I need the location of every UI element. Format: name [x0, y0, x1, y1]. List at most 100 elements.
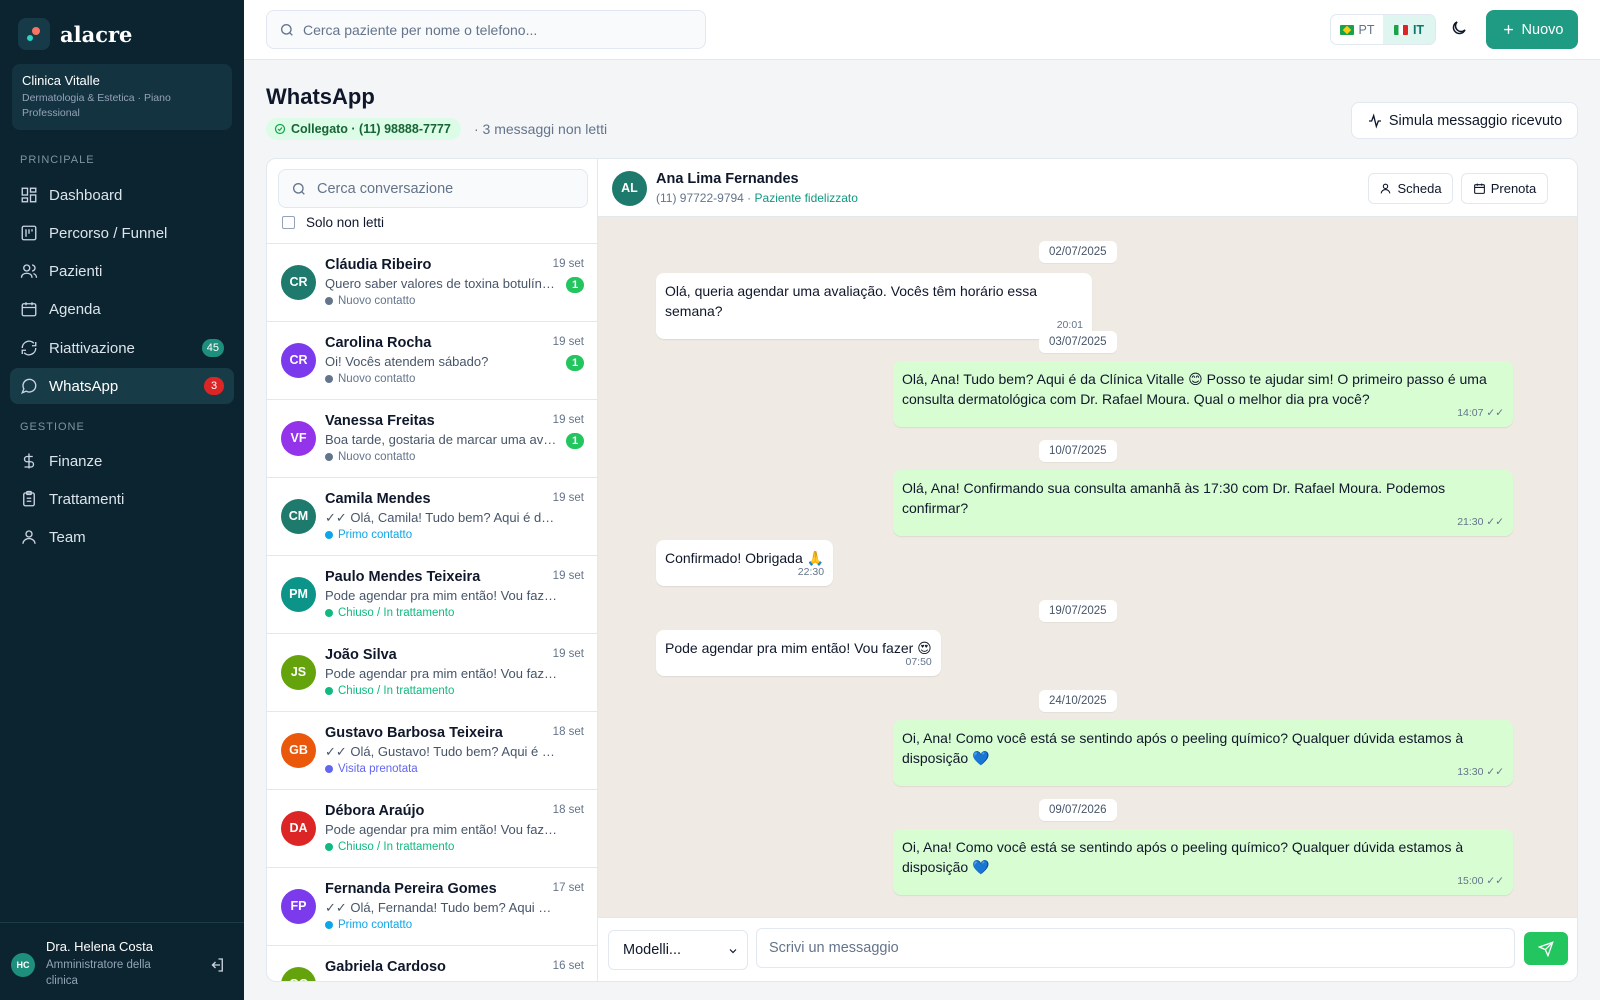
outgoing-message[interactable]: Olá, Ana! Tudo bem? Aqui é da Clínica Vi… — [893, 361, 1513, 427]
list-item[interactable]: CM Camila Mendes 19 set ✓✓ Olá, Camila! Tud… — [267, 478, 598, 556]
sidebar-item-funnel[interactable]: Percorso / Funnel — [10, 215, 234, 251]
list-item[interactable]: GB Gustavo Barbosa Teixeira 18 set ✓✓ Olá, … — [267, 712, 598, 790]
book-button[interactable]: Prenota — [1461, 173, 1548, 204]
conversation-name: Paulo Mendes Teixeira — [325, 569, 481, 585]
stage-dot-icon — [325, 531, 333, 539]
conversation-search[interactable] — [278, 169, 588, 208]
outgoing-message[interactable]: Oi, Ana! Como você está se sentindo após… — [893, 829, 1513, 895]
avatar: JS — [281, 655, 316, 690]
date-separator: 24/10/2025 — [1039, 690, 1117, 712]
unread-only-checkbox[interactable] — [282, 216, 295, 229]
sidebar-item-label: Percorso / Funnel — [49, 224, 168, 242]
template-select[interactable]: Modelli... — [608, 930, 748, 970]
unread-badge: 1 — [566, 355, 584, 371]
list-item[interactable]: CR Cláudia Ribeiro 19 set Quero saber valor… — [267, 244, 598, 322]
template-select-value: Modelli... — [623, 942, 682, 958]
send-icon — [1538, 940, 1554, 957]
avatar: GB — [281, 733, 316, 768]
date-separator: 19/07/2025 — [1039, 600, 1117, 622]
new-button[interactable]: Nuovo — [1486, 10, 1578, 49]
list-item[interactable]: JS João Silva 19 set Pode agendar pra mim e… — [267, 634, 598, 712]
stage-dot-icon — [325, 375, 333, 383]
outgoing-message[interactable]: Oi, Ana! Como você está se sentindo após… — [893, 720, 1513, 786]
check-circle-icon — [274, 123, 286, 135]
plus-icon — [1503, 25, 1513, 34]
brand-name: alacre — [60, 21, 133, 47]
conversation-date: 17 set — [552, 882, 584, 894]
list-item[interactable]: CR Carolina Rocha 19 set Oi! Vocês atendem … — [267, 322, 598, 400]
sidebar-item-reactivation[interactable]: Riattivazione 45 — [10, 330, 234, 366]
list-item[interactable]: VF Vanessa Freitas 19 set Boa tarde, gostar… — [267, 400, 598, 478]
lang-it-button[interactable]: IT — [1383, 15, 1435, 44]
patient-search-input[interactable] — [303, 21, 683, 38]
incoming-message[interactable]: Confirmado! Obrigada 🙏 22:30 — [656, 540, 834, 586]
new-button-label: Nuovo — [1521, 21, 1564, 38]
user-box: HC Dra. Helena Costa Amministratore dell… — [0, 922, 244, 1000]
message-text: Pode agendar pra mim então! Vou fazer 😍 — [665, 640, 932, 656]
conversation-preview: ✓✓ Olá, Fernanda! Tudo bem? Aqui é da Cl… — [325, 900, 557, 915]
list-item[interactable]: FP Fernanda Pereira Gomes 17 set ✓✓ Olá, Fe… — [267, 868, 598, 946]
conversation-date: 16 set — [552, 960, 584, 972]
conversation-name: João Silva — [325, 647, 397, 663]
conversation-name: Carolina Rocha — [325, 335, 432, 351]
chat-contact-name[interactable]: Ana Lima Fernandes — [656, 171, 799, 187]
user-name: Dra. Helena Costa — [46, 939, 153, 954]
patient-card-button[interactable]: Scheda — [1368, 173, 1453, 204]
outgoing-message[interactable]: Olá, Ana! Confirmando sua consulta amanh… — [893, 470, 1513, 536]
stage-dot-icon — [325, 453, 333, 461]
sidebar-item-patients[interactable]: Pazienti — [10, 253, 234, 289]
chevron-down-icon — [729, 949, 737, 954]
simulate-message-button[interactable]: Simula messaggio ricevuto — [1351, 102, 1578, 139]
user-icon — [22, 530, 36, 544]
chat-contact-meta: (11) 97722-9794 · Paziente fidelizzato — [656, 191, 858, 205]
sidebar-item-label: Agenda — [49, 300, 101, 318]
sidebar-item-agenda[interactable]: Agenda — [10, 291, 234, 327]
lang-it-label: IT — [1412, 22, 1425, 37]
sidebar-item-whatsapp[interactable]: WhatsApp 3 — [10, 368, 234, 404]
funnel-stage-label: Chiuso / In trattamento — [338, 841, 455, 853]
list-item[interactable]: GC Gabriela Cardoso 16 set — [267, 946, 598, 981]
unread-only-filter[interactable]: Solo non letti — [282, 215, 384, 230]
sidebar-item-treatments[interactable]: Trattamenti — [10, 481, 234, 517]
send-button[interactable] — [1524, 932, 1568, 965]
message-text: Oi, Ana! Como você está se sentindo após… — [902, 839, 1464, 875]
message-text: Olá, queria agendar uma avaliação. Vocês… — [665, 283, 1037, 319]
sidebar-item-finance[interactable]: Finanze — [10, 443, 234, 479]
funnel-stage-label: Visita prenotata — [338, 763, 418, 775]
conversation-date: 18 set — [552, 804, 584, 816]
moon-icon — [1452, 21, 1466, 35]
sidebar-item-team[interactable]: Team — [10, 519, 234, 555]
clinic-card[interactable]: Clinica Vitalle Dermatologia & Estetica … — [12, 64, 232, 130]
avatar[interactable]: AL — [612, 171, 647, 206]
incoming-message[interactable]: Pode agendar pra mim então! Vou fazer 😍 0… — [656, 630, 941, 676]
funnel-stage: Chiuso / In trattamento — [325, 685, 454, 697]
incoming-message[interactable]: Olá, queria agendar uma avaliação. Vocês… — [656, 273, 1092, 339]
message-time: 15:00 ✓✓ — [1457, 875, 1504, 887]
conversation-date: 19 set — [552, 570, 584, 582]
message-time: 07:50 — [905, 656, 932, 668]
date-separator: 10/07/2025 — [1039, 440, 1117, 462]
brand[interactable]: alacre — [18, 18, 132, 50]
clinic-subtitle: Dermatologia & Estetica · Piano Professi… — [22, 92, 171, 119]
logout-icon[interactable] — [208, 956, 226, 974]
lang-pt-button[interactable]: PT — [1331, 15, 1383, 44]
funnel-stage-label: Nuovo contatto — [338, 295, 416, 307]
theme-toggle[interactable] — [1450, 19, 1472, 41]
patient-search[interactable] — [266, 10, 706, 49]
sidebar-item-dashboard[interactable]: Dashboard — [10, 177, 234, 213]
date-separator: 09/07/2026 — [1039, 799, 1117, 821]
user-role: Amministratore della clinica — [46, 959, 151, 987]
sidebar-item-label: Team — [49, 528, 86, 546]
avatar[interactable]: HC — [11, 953, 35, 977]
message-text: Olá, Ana! Tudo bem? Aqui é da Clínica Vi… — [902, 371, 1487, 407]
conversation-search-input[interactable] — [317, 180, 577, 197]
message-thread[interactable]: 02/07/2025 Olá, queria agendar uma avalia… — [598, 217, 1577, 917]
list-item[interactable]: DA Débora Araújo 18 set Pode agendar pra mi… — [267, 790, 598, 868]
unread-only-label: Solo non letti — [306, 215, 385, 230]
funnel-stage: Nuovo contatto — [325, 373, 415, 385]
funnel-stage: Nuovo contatto — [325, 451, 415, 463]
brand-logo-icon — [18, 18, 50, 50]
conversation-preview: Boa tarde, gostaria de marcar uma avalia… — [325, 432, 557, 447]
message-input[interactable] — [756, 928, 1515, 968]
list-item[interactable]: PM Paulo Mendes Teixeira 19 set Pode agenda… — [267, 556, 598, 634]
